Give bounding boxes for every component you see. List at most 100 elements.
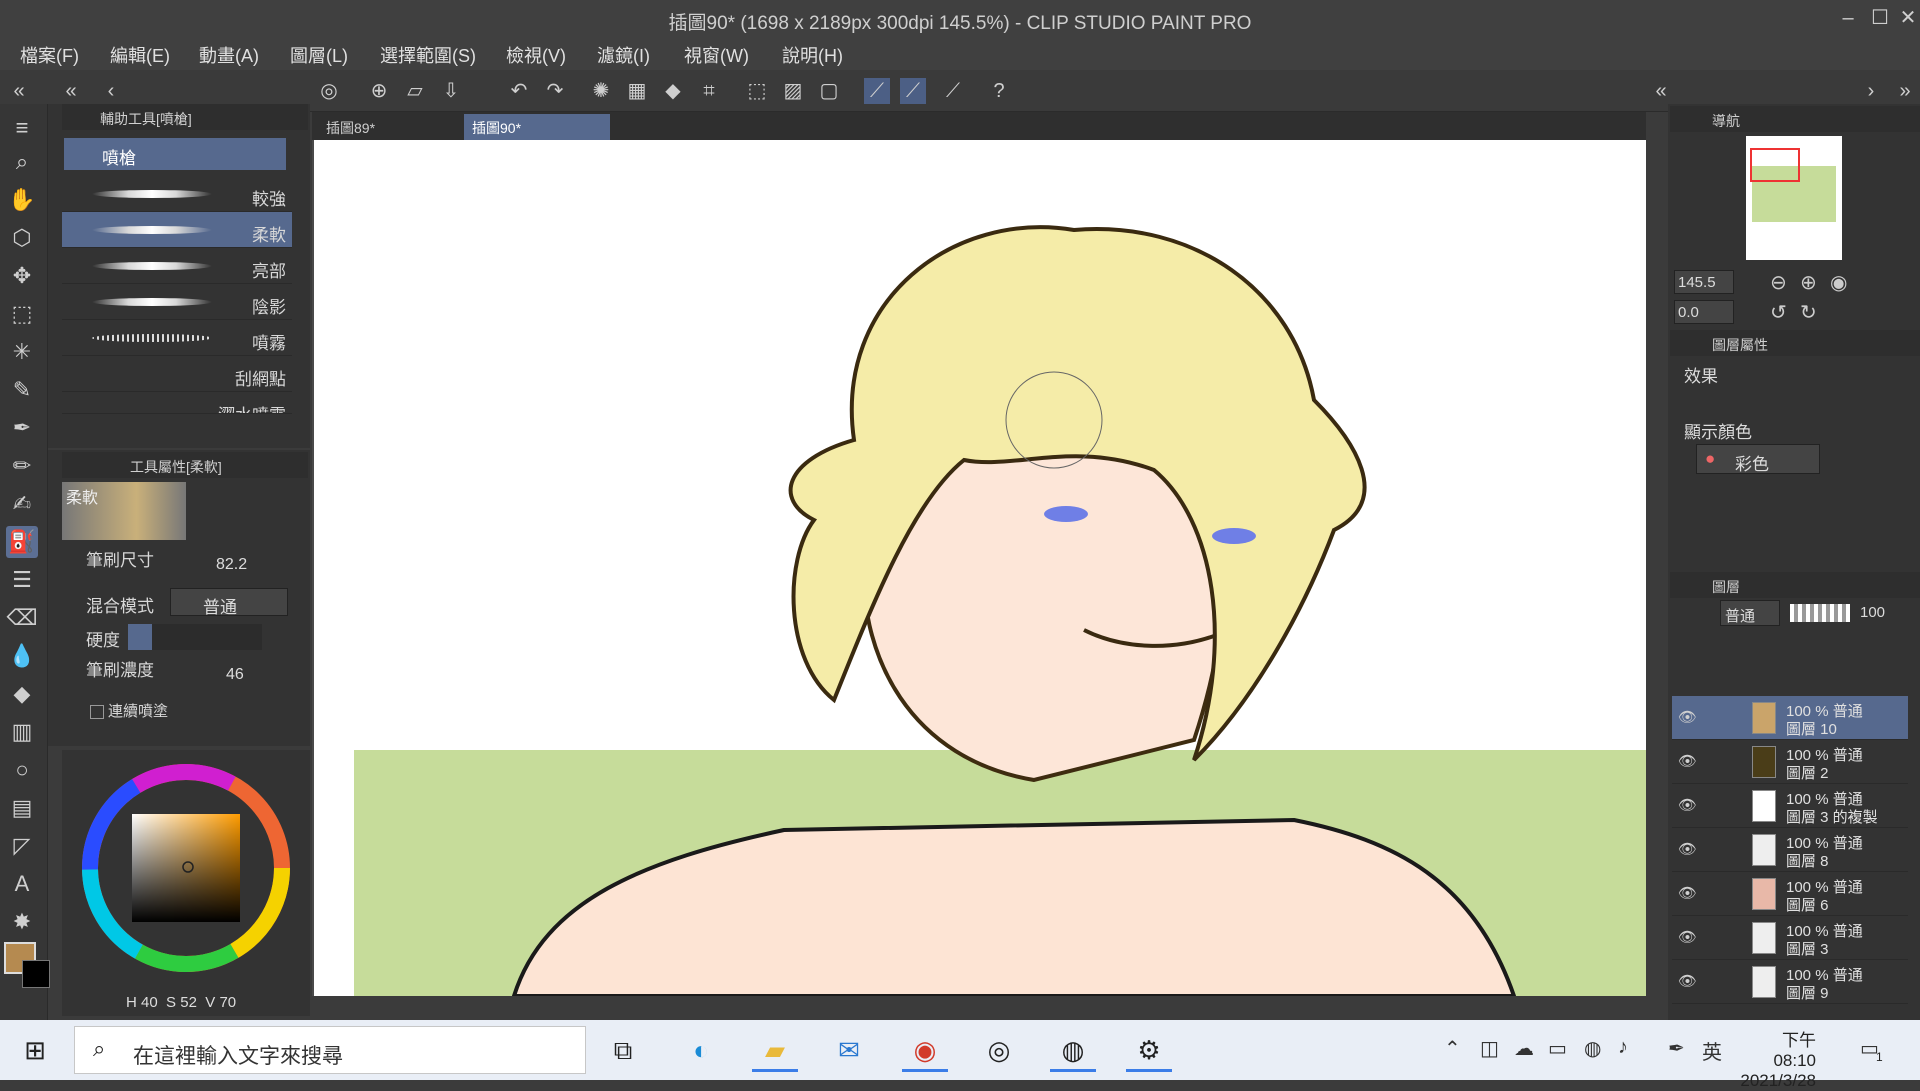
minimize-icon[interactable]: – <box>1834 4 1862 32</box>
sub-tool-group[interactable]: 噴槍 <box>64 138 286 170</box>
brush-size-value[interactable]: 82.2 <box>216 556 247 574</box>
doc-tab-90[interactable]: 插圖90* <box>464 114 610 140</box>
rotation-field[interactable]: 0.0 <box>1674 300 1734 324</box>
menu-animation[interactable]: 動畫(A) <box>199 42 259 68</box>
mail-icon[interactable]: ✉ <box>826 1028 872 1072</box>
eye-icon[interactable]: 👁 <box>1678 796 1697 814</box>
eye-icon[interactable]: 👁 <box>1678 972 1697 990</box>
fit-icon[interactable]: ◉ <box>1830 270 1847 295</box>
move-tool-icon[interactable]: ✥ <box>6 260 38 292</box>
color-wheel[interactable] <box>62 750 310 1016</box>
pencil-tool-icon[interactable]: ✏ <box>6 450 38 482</box>
layer-opacity-slider[interactable] <box>1790 604 1850 622</box>
hand-tool-icon[interactable]: ✋ <box>6 184 38 216</box>
eye-icon[interactable]: 👁 <box>1678 840 1697 858</box>
snap-special-ruler-icon[interactable]: ⟋ <box>900 78 926 104</box>
collapse-left-icon-2[interactable]: « <box>58 78 84 104</box>
balloon-tool-icon[interactable]: ✸ <box>6 906 38 938</box>
brush-item[interactable]: 刮網點 <box>62 356 292 392</box>
eyedropper-icon[interactable]: ✎ <box>6 374 38 406</box>
help-icon[interactable]: ? <box>986 78 1012 104</box>
close-icon[interactable]: ✕ <box>1894 4 1920 32</box>
continuous-spray-label[interactable]: 連續噴塗 <box>90 700 168 721</box>
menu-selection[interactable]: 選擇範圍(S) <box>380 42 476 68</box>
density-value[interactable]: 46 <box>226 666 244 684</box>
undo-icon[interactable]: ↶ <box>506 78 532 104</box>
clear-outside-icon[interactable]: ▦ <box>624 78 650 104</box>
eye-icon[interactable]: 👁 <box>1678 928 1697 946</box>
menu-icon[interactable]: ≡ <box>6 112 38 144</box>
clip-studio-icon[interactable]: ◎ <box>316 78 342 104</box>
ime-indicator[interactable]: 英 <box>1702 1036 1722 1065</box>
layer-row[interactable]: 👁 100 % 普通 圖層 8 <box>1672 828 1908 872</box>
edge-icon[interactable]: ◐ <box>678 1028 724 1072</box>
volume-icon[interactable]: ♪ <box>1618 1036 1628 1059</box>
frame-tool-icon[interactable]: ▤ <box>6 792 38 824</box>
transform-icon[interactable]: ⌗ <box>696 78 722 104</box>
invert-selection-icon[interactable]: ▨ <box>780 78 806 104</box>
zoom-tool-icon[interactable]: ⌕ <box>6 146 38 178</box>
chrome-icon[interactable]: ◉ <box>902 1028 948 1072</box>
clock[interactable]: 下午 08:10 2021/3/28 <box>1740 1026 1816 1091</box>
airbrush-tool-icon[interactable]: ⛽ <box>6 526 38 558</box>
brush-item[interactable]: 澀水噴霧 <box>62 392 292 414</box>
selection-tool-icon[interactable]: ⬚ <box>6 298 38 330</box>
layer-row[interactable]: 👁 100 % 普通 圖層 3 的複製 <box>1672 784 1908 828</box>
brush-item[interactable]: 陰影 <box>62 284 292 320</box>
menu-window[interactable]: 視窗(W) <box>684 42 749 68</box>
doc-tab-89[interactable]: 插圖89* <box>318 114 458 140</box>
snap-grid-icon[interactable]: ⟋ <box>940 78 966 104</box>
zoom-field[interactable]: 145.5 <box>1674 270 1734 294</box>
brush-tool-icon[interactable]: ✍ <box>6 488 38 520</box>
clear-icon[interactable]: ✺ <box>588 78 614 104</box>
chevron-left-icon[interactable]: ‹ <box>98 78 124 104</box>
fill-icon[interactable]: ◆ <box>660 78 686 104</box>
menu-edit[interactable]: 編輯(E) <box>110 42 170 68</box>
meet-now-icon[interactable]: ◫ <box>1480 1036 1499 1061</box>
decoration-tool-icon[interactable]: ☰ <box>6 564 38 596</box>
rotate-right-icon[interactable]: ↻ <box>1800 300 1817 325</box>
menu-view[interactable]: 檢視(V) <box>506 42 566 68</box>
layer-row[interactable]: 👁 100 % 普通 圖層 10 <box>1672 696 1908 740</box>
text-tool-icon[interactable]: A <box>6 868 38 900</box>
settings-icon[interactable]: ⚙ <box>1126 1028 1172 1072</box>
clip-studio-paint-icon[interactable]: ◍ <box>1050 1028 1096 1072</box>
blend-tool-icon[interactable]: 💧 <box>6 640 38 672</box>
eye-icon[interactable]: 👁 <box>1678 752 1697 770</box>
collapse-right-icon[interactable]: « <box>1648 78 1674 104</box>
drawing-canvas[interactable] <box>314 140 1646 996</box>
network-icon[interactable]: ◍ <box>1584 1036 1601 1061</box>
eraser-tool-icon[interactable]: ⌫ <box>6 602 38 634</box>
brush-item[interactable]: 亮部 <box>62 248 292 284</box>
gradient-tool-icon[interactable]: ▥ <box>6 716 38 748</box>
menu-filter[interactable]: 濾鏡(I) <box>597 42 650 68</box>
layer-row[interactable]: 👁 100 % 普通 圖層 3 <box>1672 916 1908 960</box>
redo-icon[interactable]: ↷ <box>542 78 568 104</box>
chevron-up-icon[interactable]: ⌃ <box>1444 1036 1461 1061</box>
brush-item[interactable]: 較強 <box>62 176 292 212</box>
menu-layer[interactable]: 圖層(L) <box>290 42 348 68</box>
magic-wand-icon[interactable]: ✳ <box>6 336 38 368</box>
show-selection-icon[interactable]: ▢ <box>816 78 842 104</box>
open-folder-icon[interactable]: ▱ <box>402 78 428 104</box>
new-file-icon[interactable]: ⊕ <box>366 78 392 104</box>
onedrive-icon[interactable]: ☁ <box>1514 1036 1534 1061</box>
layer-row[interactable]: 👁 100 % 普通 圖層 6 <box>1672 872 1908 916</box>
sub-color-swatch[interactable] <box>22 960 50 988</box>
layer-row[interactable]: 👁 100 % 普通 圖層 2 <box>1672 740 1908 784</box>
rotate-left-icon[interactable]: ↺ <box>1770 300 1787 325</box>
ruler-tool-icon[interactable]: ◸ <box>6 830 38 862</box>
deselect-icon[interactable]: ⬚ <box>744 78 770 104</box>
hardness-selector[interactable] <box>128 624 262 650</box>
task-view-icon[interactable]: ⧉ <box>600 1028 646 1072</box>
blend-mode-select[interactable]: 普通 <box>170 588 288 617</box>
object-tool-icon[interactable]: ⬡ <box>6 222 38 254</box>
zoom-out-icon[interactable]: ⊖ <box>1770 270 1787 295</box>
layer-opacity-value[interactable]: 100 <box>1860 604 1885 621</box>
fill-tool-icon[interactable]: ◆ <box>6 678 38 710</box>
figure-tool-icon[interactable]: ○ <box>6 754 38 786</box>
brush-item[interactable]: 噴霧 <box>62 320 292 356</box>
eye-icon[interactable]: 👁 <box>1678 708 1697 726</box>
pen-icon[interactable]: ✒ <box>1668 1036 1685 1061</box>
navigator-preview[interactable] <box>1746 136 1842 260</box>
